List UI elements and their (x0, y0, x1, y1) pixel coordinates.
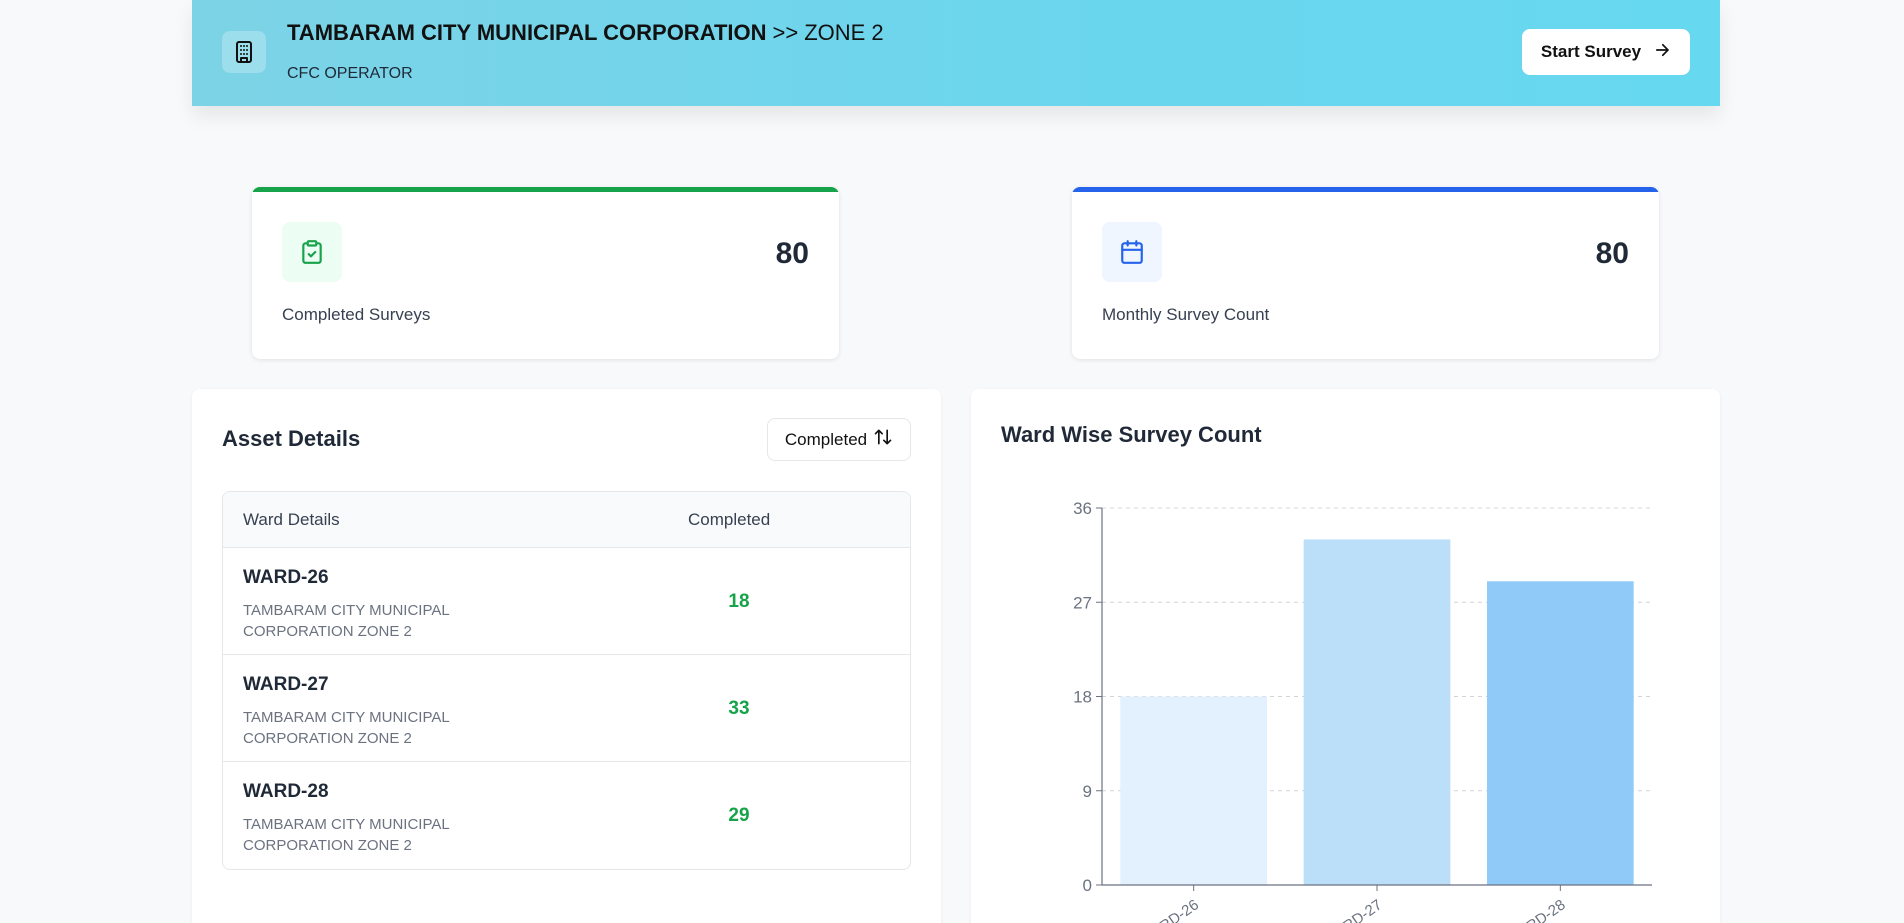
ward-survey-bar-chart: 0 9 18 27 36 WARD-26 WARD-27 WARD-28 (1073, 499, 1652, 923)
table-row[interactable]: WARD-28 TAMBARAM CITY MUNICIPAL CORPORAT… (223, 762, 910, 869)
card-accent-bar (1072, 187, 1659, 192)
monthly-survey-count-card: 80 Monthly Survey Count (1072, 187, 1659, 359)
asset-details-table: Ward Details Completed WARD-26 TAMBARAM … (222, 491, 911, 870)
card-accent-bar (252, 187, 839, 192)
y-tick-label: 0 (1083, 876, 1092, 895)
header-banner: TAMBARAM CITY MUNICIPAL CORPORATION >> ZON… (192, 0, 1720, 106)
y-tick-label: 27 (1073, 593, 1092, 612)
building-icon (222, 31, 266, 73)
table-row[interactable]: WARD-26 TAMBARAM CITY MUNICIPAL CORPORAT… (223, 548, 910, 655)
asset-details-panel: Asset Details Completed Ward Details Com… (192, 389, 941, 923)
completed-count: 18 (728, 591, 750, 612)
asset-details-title: Asset Details (222, 426, 361, 451)
ward-name: WARD-26 (243, 567, 329, 588)
start-survey-label: Start Survey (1540, 42, 1642, 61)
completed-surveys-label: Completed Surveys (282, 305, 431, 324)
clipboard-check-icon (282, 222, 342, 282)
sort-arrows-icon (873, 427, 893, 452)
completed-surveys-card: 80 Completed Surveys (252, 187, 839, 359)
ward-description: TAMBARAM CITY MUNICIPAL CORPORATION ZONE… (243, 816, 450, 854)
calendar-icon (1102, 222, 1162, 282)
ward-description: TAMBARAM CITY MUNICIPAL CORPORATION ZONE… (243, 709, 450, 747)
completed-surveys-value: 80 (775, 237, 809, 270)
y-tick-label: 9 (1083, 782, 1092, 801)
org-name: TAMBARAM CITY MUNICIPAL CORPORATION (287, 20, 767, 45)
start-survey-button[interactable]: Start Survey (1522, 29, 1690, 75)
table-header: Ward Details Completed (223, 492, 910, 548)
chart-bar (1487, 581, 1634, 885)
chart-bar (1303, 539, 1451, 885)
table-row[interactable]: WARD-27 TAMBARAM CITY MUNICIPAL CORPORAT… (223, 655, 910, 762)
ward-description: TAMBARAM CITY MUNICIPAL CORPORATION ZONE… (243, 602, 450, 640)
x-tick-label: WARD-26 (1137, 896, 1202, 923)
x-tick-label: WARD-28 (1504, 896, 1569, 923)
ward-chart-panel: Ward Wise Survey Count 0 9 18 27 36 WARD-26 WA… (971, 389, 1720, 923)
chart-bar (1120, 696, 1267, 885)
sort-label: Completed (784, 429, 868, 449)
user-role: CFC OPERATOR (287, 65, 413, 82)
sort-dropdown-button[interactable]: Completed (767, 418, 911, 461)
arrow-right-icon (1653, 41, 1671, 64)
breadcrumb-separator: >> (772, 20, 799, 45)
ward-name: WARD-28 (243, 781, 329, 802)
x-tick-label: WARD-27 (1321, 896, 1386, 923)
zone-name: ZONE 2 (804, 20, 884, 45)
completed-count: 29 (728, 805, 750, 826)
monthly-survey-count-label: Monthly Survey Count (1102, 305, 1270, 324)
column-header-completed: Completed (688, 510, 771, 529)
column-header-ward-details: Ward Details (243, 510, 340, 529)
monthly-survey-count-value: 80 (1595, 237, 1629, 270)
completed-count: 33 (728, 698, 750, 719)
ward-name: WARD-27 (243, 674, 329, 695)
page-title: TAMBARAM CITY MUNICIPAL CORPORATION >> ZON… (287, 20, 884, 46)
y-tick-label: 18 (1073, 688, 1092, 707)
y-tick-label: 36 (1073, 499, 1092, 518)
